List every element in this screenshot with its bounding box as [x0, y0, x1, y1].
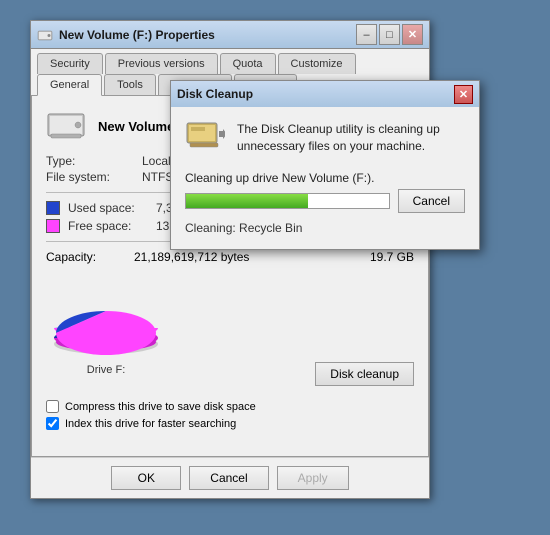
cleanup-body: The Disk Cleanup utility is cleaning up …: [171, 107, 479, 249]
index-label: Index this drive for faster searching: [65, 418, 236, 430]
chart-area: Drive F:: [46, 286, 166, 376]
disk-cleanup-button[interactable]: Disk cleanup: [315, 362, 414, 386]
progress-bar-inner: [186, 194, 308, 208]
progress-row: Cancel: [185, 189, 465, 213]
filesystem-label: File system:: [46, 170, 136, 184]
cleaning-target: Recycle Bin: [239, 221, 302, 235]
cleanup-close-button[interactable]: ✕: [454, 85, 473, 104]
cleaning-label: Cleaning:: [185, 221, 236, 235]
cleanup-dialog-title: Disk Cleanup: [177, 87, 253, 101]
free-space-label: Free space:: [68, 219, 148, 233]
drive-label: Drive F:: [87, 364, 126, 376]
title-bar-left: New Volume (F:) Properties: [37, 27, 215, 43]
tab-security[interactable]: Security: [37, 53, 103, 74]
ok-button[interactable]: OK: [111, 466, 181, 490]
apply-button[interactable]: Apply: [277, 466, 349, 490]
tab-general[interactable]: General: [37, 74, 102, 96]
index-row: Index this drive for faster searching: [46, 417, 414, 430]
cleanup-title-bar: Disk Cleanup ✕: [171, 81, 479, 107]
title-buttons: – □ ✕: [356, 24, 423, 45]
index-checkbox[interactable]: [46, 417, 59, 430]
cleanup-dialog: Disk Cleanup ✕ The Disk Cleanup utility …: [170, 80, 480, 250]
pie-chart-main: [46, 286, 166, 356]
cleaning-status-row: Cleaning: Recycle Bin: [185, 221, 465, 235]
cleanup-description: The Disk Cleanup utility is cleaning up …: [237, 121, 465, 157]
progress-label: Cleaning up drive New Volume (F:).: [185, 171, 465, 185]
tab-tools[interactable]: Tools: [104, 74, 156, 95]
capacity-row: Capacity: 21,189,619,712 bytes 19.7 GB: [46, 250, 414, 264]
cancel-button[interactable]: Cancel: [189, 466, 268, 490]
type-label: Type:: [46, 154, 136, 168]
tabs-row1: Security Previous versions Quota Customi…: [37, 53, 423, 74]
tab-quota[interactable]: Quota: [220, 53, 276, 74]
cleanup-disk-icon: [185, 121, 225, 157]
minimize-button[interactable]: –: [356, 24, 377, 45]
main-window-title: New Volume (F:) Properties: [59, 28, 215, 42]
main-title-bar: New Volume (F:) Properties – □ ✕: [31, 21, 429, 49]
compress-checkbox[interactable]: [46, 400, 59, 413]
progress-bar-outer: [185, 193, 390, 209]
cleanup-cancel-button[interactable]: Cancel: [398, 189, 465, 213]
checkboxes-area: Compress this drive to save disk space I…: [46, 400, 414, 430]
drive-name: New Volume: [98, 119, 174, 134]
drive-title-icon: [37, 27, 53, 43]
drive-icon: [46, 110, 86, 142]
tab-previous-versions[interactable]: Previous versions: [105, 53, 218, 74]
used-space-label: Used space:: [68, 201, 148, 215]
compress-label: Compress this drive to save disk space: [65, 401, 256, 413]
capacity-label: Capacity:: [46, 250, 126, 264]
maximize-button[interactable]: □: [379, 24, 400, 45]
capacity-bytes: 21,189,619,712 bytes: [134, 250, 362, 264]
used-color-box: [46, 201, 60, 215]
chart-row: Drive F: Disk cleanup: [46, 276, 414, 386]
cleanup-info-row: The Disk Cleanup utility is cleaning up …: [185, 121, 465, 157]
free-color-box: [46, 219, 60, 233]
tab-customize[interactable]: Customize: [278, 53, 356, 74]
capacity-gb: 19.7 GB: [370, 250, 414, 264]
compress-row: Compress this drive to save disk space: [46, 400, 414, 413]
close-button[interactable]: ✕: [402, 24, 423, 45]
bottom-buttons: OK Cancel Apply: [31, 457, 429, 498]
pie-chart: [46, 286, 166, 356]
